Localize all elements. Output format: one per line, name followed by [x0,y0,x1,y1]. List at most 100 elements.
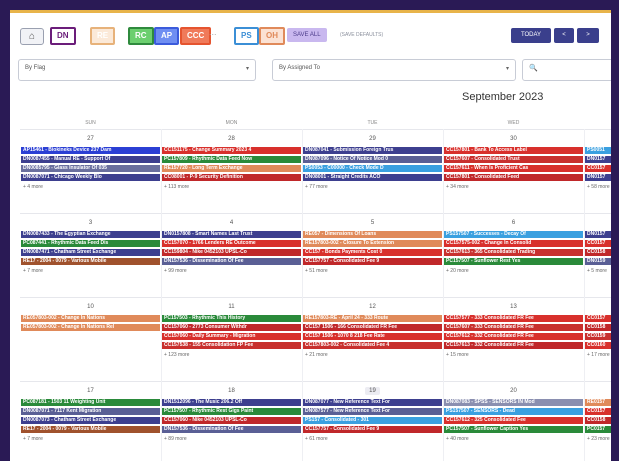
day-number[interactable]: 4 [161,217,302,229]
filter-chip-ap[interactable]: AP [154,27,180,45]
calendar-event[interactable]: PS157507 - Successes - Decay Of [444,231,583,238]
more-events-link[interactable]: + 20 more [446,268,469,275]
calendar-event[interactable]: CC157060 - 2773 Consumer Withdr [162,324,301,331]
day-number[interactable]: 13 [443,301,584,313]
more-events-link[interactable]: + 15 more [446,352,469,359]
calendar-event[interactable]: RE157803-RE - April 24 - 333 Route [303,315,442,322]
day-number[interactable]: 29 [302,133,443,145]
filter-chip-rc[interactable]: RC [128,27,154,45]
more-events-link[interactable]: + 113 more [164,184,189,191]
calendar-event[interactable]: CC157612 - 332 Consolidated FR Fee [444,333,583,340]
calendar-event[interactable]: DN0159 [585,258,611,265]
more-events-link[interactable]: + 5 more [587,268,607,275]
day-number[interactable]: 31 [584,133,611,145]
day-number[interactable]: 21 [584,385,611,397]
flag-filter-select[interactable]: By Flag ▾ [18,59,256,81]
calendar-event[interactable]: DN0087455 - Manual RE - Support Of [21,156,160,163]
calendar-event[interactable]: RE057803-002 - Change In Nations Rel [21,324,160,331]
calendar-event[interactable]: CC157613 - 332 Consolidated FR Fee [444,342,583,349]
calendar-event[interactable]: PC157507 - Sunflower Rest Yes [444,258,583,265]
calendar-event[interactable]: CC0157 [585,315,611,322]
calendar-event[interactable]: CC0158 [585,324,611,331]
calendar-event[interactable]: CC0160 [585,342,611,349]
day-number[interactable]: 12 [302,301,443,313]
calendar-event[interactable]: DN0087071 - Chicago Weekly Blo [21,174,160,181]
calendar-event[interactable]: RE17 - 2004 - 0079 - Various Mobile [21,426,160,433]
calendar-event[interactable]: DN0087433 - The Egyptian Exchange [21,231,160,238]
calendar-event[interactable]: CC157070 - 1766 Lenders RE Outcome [162,240,301,247]
calendar-event[interactable]: DN0087471 - Chatham Street Exchange [21,249,160,256]
more-events-link[interactable]: + 23 more [587,436,610,443]
filter-chip-re[interactable]: RE [90,27,116,45]
calendar-event[interactable]: PC0157 [585,426,611,433]
calendar-event[interactable]: DN157536 - Dissemination Of Fee [162,258,301,265]
calendar-event[interactable]: CC0157 [585,408,611,415]
filter-chip-ccc[interactable]: CCC [180,27,212,45]
calendar-event[interactable]: DN087077 - New Reference Text For [303,399,442,406]
prev-month-button[interactable]: < [554,28,574,43]
calendar-event[interactable]: RE157720 - Long Term Exchange [162,165,301,172]
day-number[interactable]: 27 [20,133,161,145]
calendar-event[interactable]: DN087041 - Submission Foreign Trus [303,147,442,154]
more-events-link[interactable]: + 40 more [446,436,469,443]
more-events-link[interactable]: + 4 more [23,184,43,191]
more-events-link[interactable]: + 89 more [164,436,187,443]
calendar-event[interactable]: DN0085795 - Glass Insulator Of 035 [21,165,160,172]
calendar-event[interactable]: CC157757 - Consolidated Fee 9 [303,258,442,265]
calendar-event[interactable]: CC157 1506 - 1070 8 218 Fee Rate [303,333,442,340]
calendar-event[interactable]: RE17 - 2004 - 0079 - Various Mobile [21,258,160,265]
save-all-button[interactable]: SAVE ALL [287,28,327,42]
calendar-event[interactable]: PC157809 - Rhythmic Data Feed Now [162,156,301,163]
calendar-event[interactable]: RE057803-002 - Change In Nations [21,315,160,322]
calendar-event[interactable]: PC087181 - 1503 11 Weighting Unit [21,399,160,406]
calendar-event[interactable]: DN087096 - Notice Of Notice Mod 0 [303,156,442,163]
day-number[interactable]: 14 [584,301,611,313]
more-events-link[interactable]: + 77 more [305,184,328,191]
day-number[interactable]: 7 [584,217,611,229]
day-number[interactable]: 3 [20,217,161,229]
more-events-link[interactable]: + 99 more [164,268,187,275]
calendar-event[interactable]: CC08001 - P-9 Security Definition [162,174,301,181]
day-number[interactable]: 20 [443,385,584,397]
calendar-event[interactable]: DN0157 [585,231,611,238]
calendar-event[interactable]: DN0157808 - Smart Names Last Trust [162,231,301,238]
calendar-event[interactable]: CC157613 - 365 Consolidated Trading [444,249,583,256]
calendar-event[interactable]: CC157801 - Consolidated Feed [444,174,583,181]
calendar-event[interactable]: DN1512096 - The Music 206.2 Off [162,399,301,406]
calendar-event[interactable]: DN0087073 - Chatham Street Exchange [21,417,160,424]
search-input[interactable]: 🔍 [522,59,611,81]
home-icon[interactable]: ⌂ [20,28,44,45]
calendar-event[interactable]: CC157611 - When Is Proficient Cas [444,165,583,172]
calendar-event[interactable]: PC157507 - Sunflower Caption Yes [444,426,583,433]
calendar-event[interactable]: CC157575-002 - Change In Consolid [444,240,583,247]
calendar-event[interactable]: CC157577 - 333 Consolidated FR Fee [444,315,583,322]
assigned-filter-select[interactable]: By Assigned To ▾ [272,59,516,81]
more-events-link[interactable]: + 7 more [23,268,43,275]
day-number[interactable]: 28 [161,133,302,145]
day-number[interactable]: 30 [443,133,584,145]
calendar-event[interactable]: CC157607 - Consolidated Trust [444,156,583,163]
calendar-event[interactable]: CC0157 [585,165,611,172]
calendar-event[interactable]: CC157 1506 - 166 Consolidated FR Fee [303,324,442,331]
more-events-link[interactable]: + 7 more [23,436,43,443]
filter-chip-ps[interactable]: PS [234,27,259,45]
calendar-event[interactable]: CC151175 - Change Summary 2023 4 [162,147,301,154]
calendar-event[interactable]: CC157 - Bonds Payments Cost 0 [303,249,442,256]
calendar-event[interactable]: DN0087071 - 7117 Kent Migration [21,408,160,415]
calendar-event[interactable]: DN08001 - Straight Credits ACO [303,174,442,181]
day-number[interactable]: 5 [302,217,443,229]
calendar-event[interactable]: AP15461 - Biokineks Device 237 Dam [21,147,160,154]
day-number[interactable]: 17 [20,385,161,397]
calendar-event[interactable]: PS0051 [585,147,611,154]
calendar-event[interactable]: DN087577 - New Reference Text For [303,408,442,415]
more-events-link[interactable]: + 51 more [305,268,328,275]
more-events-link[interactable]: + 61 more [305,436,328,443]
more-events-link[interactable]: + 123 more [164,352,189,359]
calendar-event[interactable]: PC157507 - Rhythmic Rest Gigs Paint [162,408,301,415]
calendar-event[interactable]: CC159804 - Nike 0452103 UPSL-Co [162,249,301,256]
calendar-event[interactable]: CC157612 - 325 Consolidated Fee [444,417,583,424]
calendar-event[interactable]: CC0157 [585,240,611,247]
calendar-event[interactable]: DN157536 - Dissemination Of Fee [162,426,301,433]
calendar-event[interactable]: DN087083 - SPSS - SENSORS IN Mod [444,399,583,406]
calendar-event[interactable]: CC157803-002 - Consolidated Fee 4 [303,342,442,349]
